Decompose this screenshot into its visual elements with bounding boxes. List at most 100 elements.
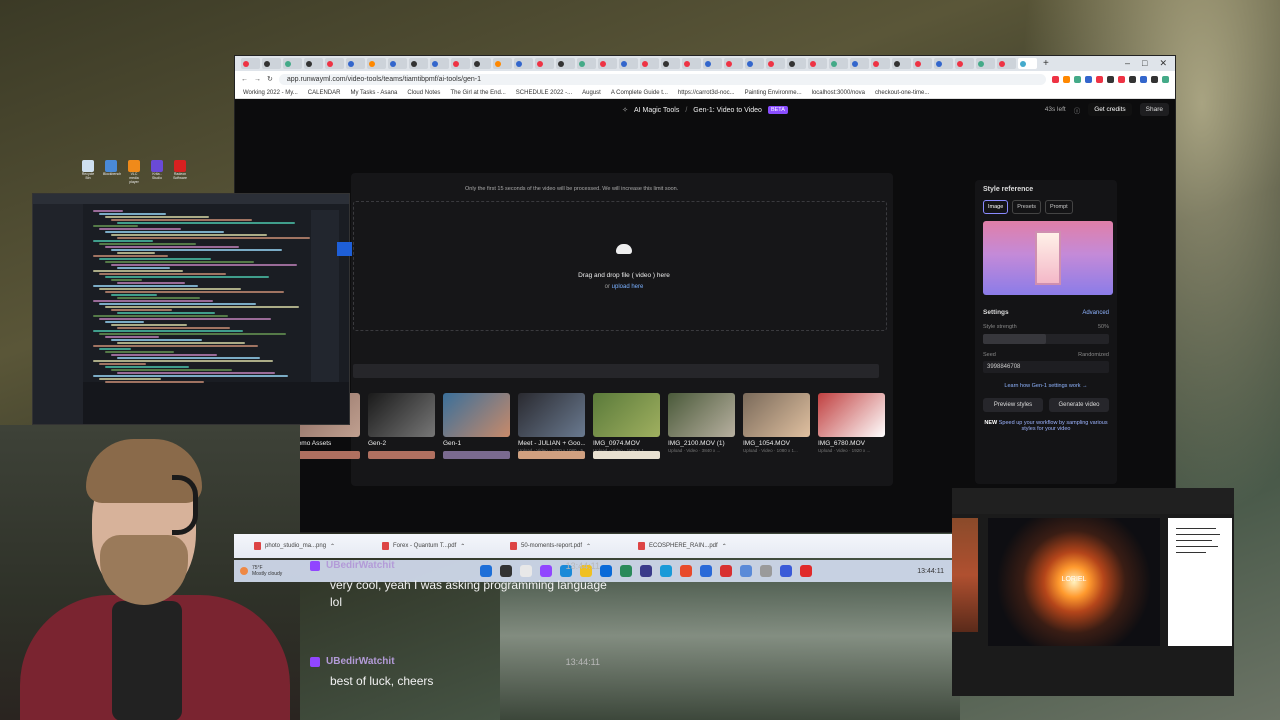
asset-thumbnail[interactable] (518, 451, 585, 459)
preview-styles-button[interactable]: Preview styles (983, 398, 1043, 412)
extension-icon[interactable] (1107, 75, 1114, 83)
viewer-main-image[interactable]: LORIEL (988, 518, 1160, 646)
browser-tab[interactable] (430, 58, 449, 69)
extension-icon[interactable] (1151, 75, 1158, 83)
browser-tab[interactable] (892, 58, 911, 69)
browser-tab[interactable] (241, 58, 260, 69)
browser-tab[interactable] (787, 58, 806, 69)
bookmark[interactable]: Cloud Notes (407, 90, 440, 96)
seed-input[interactable]: 3998846708 (983, 361, 1109, 373)
maximize-icon[interactable]: □ (1142, 58, 1147, 69)
asset-thumbnail[interactable] (593, 451, 660, 459)
browser-tab[interactable] (724, 58, 743, 69)
style-reference-image[interactable] (983, 221, 1113, 295)
seed-randomized[interactable]: Randomized (1078, 352, 1109, 358)
asset-thumbnail[interactable] (443, 451, 510, 459)
forward-icon[interactable]: → (254, 76, 261, 83)
desktop-shortcut[interactable]: Krita - Studio (149, 160, 165, 184)
reload-icon[interactable]: ↻ (267, 75, 273, 83)
extension-icon[interactable] (1052, 75, 1059, 83)
extension-icon[interactable] (1096, 75, 1103, 83)
browser-tab[interactable] (976, 58, 995, 69)
browser-tab[interactable] (682, 58, 701, 69)
browser-tab-active[interactable] (1018, 58, 1037, 69)
browser-tab[interactable] (346, 58, 365, 69)
bookmark[interactable]: localhost:3000/nova (812, 90, 865, 96)
taskbar-app-icon[interactable] (660, 565, 672, 577)
asset-thumbnail[interactable] (293, 451, 360, 459)
browser-tab[interactable] (997, 58, 1016, 69)
url-input[interactable]: app.runwayml.com/video-tools/teams/tiamt… (278, 73, 1046, 85)
download-item[interactable]: ECOSPHERE_RAIN...pdf ⌃ (638, 542, 748, 550)
extension-icon[interactable] (1074, 75, 1081, 83)
download-item[interactable]: photo_studio_ma...png ⌃ (254, 542, 364, 550)
desktop-shortcut[interactable]: Recycle Bin (80, 160, 96, 184)
close-icon[interactable]: ✕ (1159, 58, 1167, 69)
profile-avatar[interactable] (1162, 75, 1169, 83)
get-credits-button[interactable]: Get credits (1088, 103, 1132, 116)
browser-tab[interactable] (934, 58, 953, 69)
browser-tab[interactable] (304, 58, 323, 69)
taskbar-app-icon[interactable] (640, 565, 652, 577)
taskbar-app-icon[interactable] (760, 565, 772, 577)
upload-link[interactable]: upload here (612, 284, 644, 290)
bookmark[interactable]: A Complete Guide t... (611, 90, 668, 96)
browser-tab[interactable] (472, 58, 491, 69)
browser-tab[interactable] (913, 58, 932, 69)
browser-tab[interactable] (514, 58, 533, 69)
style-strength-slider[interactable] (983, 334, 1109, 344)
assets-search-bar[interactable] (353, 364, 879, 378)
extension-icon[interactable] (1063, 75, 1070, 83)
desktop-shortcut[interactable]: Radeon Software (172, 160, 188, 184)
taskbar-app-icon[interactable] (800, 565, 812, 577)
taskbar-app-icon[interactable] (780, 565, 792, 577)
new-tab-icon[interactable]: + (1039, 58, 1049, 69)
tab-image[interactable]: Image (983, 200, 1009, 214)
bookmark[interactable]: August (582, 90, 601, 96)
chevron-up-icon[interactable]: ⌃ (722, 543, 727, 550)
viewer-document-page[interactable] (1168, 518, 1232, 646)
extension-icon[interactable] (1085, 75, 1092, 83)
browser-tab[interactable] (535, 58, 554, 69)
dropzone[interactable]: Drag and drop file ( video ) here or upl… (353, 201, 887, 331)
browser-tab[interactable] (745, 58, 764, 69)
browser-tab[interactable] (451, 58, 470, 69)
taskbar-app-icon[interactable] (680, 565, 692, 577)
browser-tab[interactable] (493, 58, 512, 69)
asset-card[interactable]: IMG_6780.MOV Upload · Video · 1920 x ... (818, 393, 885, 453)
desktop-shortcut[interactable]: Blockbench (103, 160, 121, 184)
learn-settings-link[interactable]: Learn how Gen-1 settings work → (983, 383, 1109, 389)
extension-icon[interactable] (1118, 75, 1125, 83)
browser-tab[interactable] (640, 58, 659, 69)
asset-thumbnail[interactable] (368, 451, 435, 459)
info-icon[interactable]: ⓘ (1074, 105, 1081, 115)
generate-video-button[interactable]: Generate video (1049, 398, 1109, 412)
extension-icon[interactable] (1140, 75, 1147, 83)
desktop-shortcut[interactable]: VLC media player (126, 160, 142, 184)
advanced-toggle[interactable]: Advanced (1082, 310, 1109, 316)
download-item[interactable]: 50-moments-report.pdf ⌃ (510, 542, 620, 550)
browser-tab[interactable] (619, 58, 638, 69)
browser-tab[interactable] (661, 58, 680, 69)
browser-tab[interactable] (262, 58, 281, 69)
asset-card[interactable]: Meet - JULIAN + Goo...Upload · Video · 1… (518, 393, 585, 453)
chevron-up-icon[interactable]: ⌃ (586, 543, 591, 550)
viewer-thumbnail-left[interactable] (952, 518, 978, 632)
bookmark[interactable]: checkout-one-time... (875, 90, 929, 96)
asset-card[interactable]: IMG_0974.MOVUpload · Video · 1080 x 1... (593, 393, 660, 453)
bookmark[interactable]: SCHEDULE 2022 -... (516, 90, 572, 96)
asset-card[interactable]: IMG_1054.MOV Upload · Video · 1080 x 1... (743, 393, 810, 453)
minimize-icon[interactable]: – (1125, 58, 1130, 69)
browser-tab[interactable] (703, 58, 722, 69)
asset-card[interactable]: IMG_2100.MOV (1) Upload · Video · 3840 x … (668, 393, 735, 453)
bookmark[interactable]: My Tasks - Asana (350, 90, 397, 96)
browser-tab[interactable] (871, 58, 890, 69)
browser-tab[interactable] (409, 58, 428, 69)
browser-tab[interactable] (367, 58, 386, 69)
browser-tab[interactable] (577, 58, 596, 69)
browser-tab[interactable] (808, 58, 827, 69)
browser-tab[interactable] (850, 58, 869, 69)
breadcrumb-root[interactable]: AI Magic Tools (634, 107, 679, 114)
chevron-up-icon[interactable]: ⌃ (330, 543, 335, 550)
bookmark[interactable]: https://carrot3d-noc... (678, 90, 735, 96)
